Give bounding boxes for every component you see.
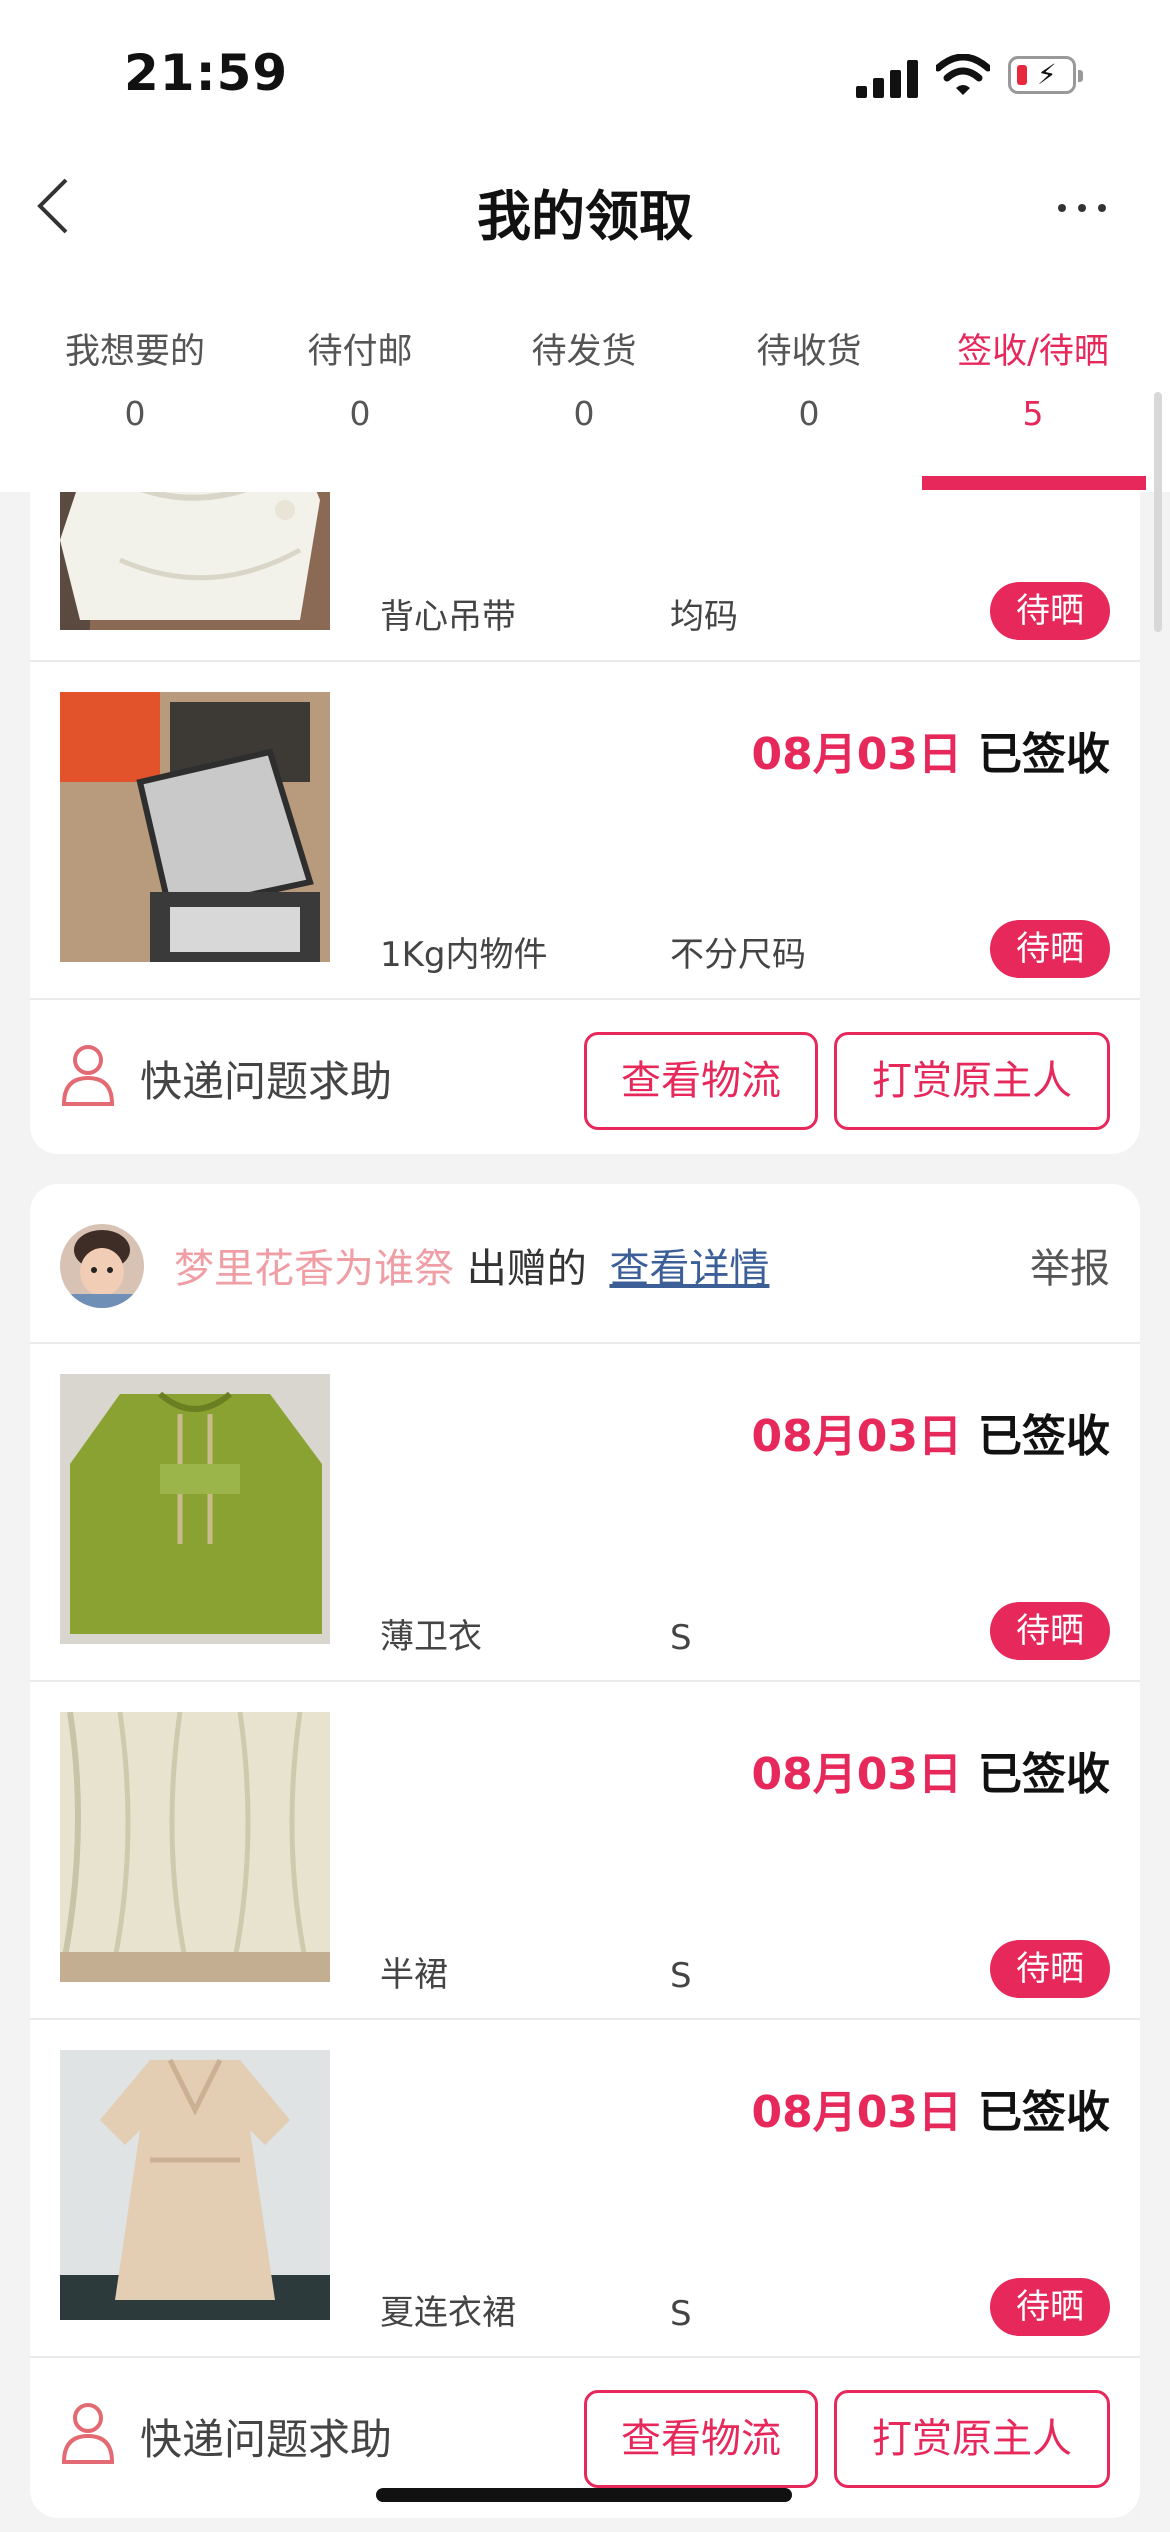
signed-date: 08月03日 已签收 bbox=[751, 2087, 1110, 2138]
tab-count: 0 bbox=[349, 394, 371, 433]
tab-signed-to-show[interactable]: 签收/待晒 5 bbox=[920, 312, 1146, 433]
item-name: 1Kg内物件 bbox=[380, 935, 548, 975]
tab-pending-receipt[interactable]: 待收货 0 bbox=[696, 312, 922, 433]
item-name: 背心吊带 bbox=[380, 597, 516, 637]
status-tabs: 我想要的 0 待付邮 0 待发货 0 待收货 0 签收/待晒 5 bbox=[0, 312, 1170, 492]
giver-line: 梦里花香为谁祭 出赠的 查看详情 bbox=[174, 1236, 769, 1294]
item-photo-boxes[interactable] bbox=[60, 692, 330, 962]
signed-date: 08月03日 已签收 bbox=[751, 1411, 1110, 1462]
view-logistics-button[interactable]: 查看物流 bbox=[584, 2390, 818, 2488]
item-size: S bbox=[670, 2294, 692, 2334]
order-card-2: 梦里花香为谁祭 出赠的 查看详情 举报 08月03日已签收 薄卫衣 S 待晒 bbox=[30, 1184, 1140, 2518]
view-details-link[interactable]: 查看详情 bbox=[609, 1246, 769, 1292]
tab-label: 我想要的 bbox=[64, 332, 205, 372]
tab-count: 0 bbox=[798, 394, 820, 433]
pending-show-badge[interactable]: 待晒 bbox=[990, 1602, 1110, 1660]
wifi-icon bbox=[934, 53, 992, 98]
tab-wanted[interactable]: 我想要的 0 bbox=[22, 312, 248, 433]
item-name: 夏连衣裙 bbox=[380, 2293, 516, 2333]
pending-show-badge[interactable]: 待晒 bbox=[990, 2278, 1110, 2336]
view-logistics-button[interactable]: 查看物流 bbox=[584, 1032, 818, 1130]
pending-show-badge[interactable]: 待晒 bbox=[990, 920, 1110, 978]
tab-count: 5 bbox=[1022, 394, 1044, 433]
order-footer: 快递问题求助 查看物流 打赏原主人 bbox=[30, 1000, 1140, 1154]
active-tab-indicator bbox=[922, 476, 1146, 490]
order-item[interactable]: 08月03日 已签收 夏连衣裙 S 待晒 bbox=[30, 2020, 1140, 2358]
order-item[interactable]: 08月03日 已签收 薄卫衣 S 待晒 bbox=[30, 1344, 1140, 1682]
report-button[interactable]: 举报 bbox=[1030, 1236, 1110, 1294]
order-item[interactable]: 08月03日 已签收 1Kg内物件 不分尺码 待晒 bbox=[30, 662, 1140, 1000]
item-size: S bbox=[670, 1618, 692, 1658]
giver-verb: 出赠的 bbox=[466, 1246, 587, 1292]
status-time: 21:59 bbox=[124, 44, 289, 102]
item-photo-skirt[interactable] bbox=[60, 1712, 330, 1982]
tab-pending-shipment[interactable]: 待发货 0 bbox=[471, 312, 697, 433]
giver-header: 梦里花香为谁祭 出赠的 查看详情 举报 bbox=[30, 1184, 1140, 1344]
item-name: 薄卫衣 bbox=[380, 1617, 482, 1657]
scrollbar[interactable] bbox=[1154, 392, 1162, 632]
tab-label: 待收货 bbox=[756, 332, 862, 372]
item-size: S bbox=[670, 1956, 692, 1996]
avatar[interactable] bbox=[60, 1224, 144, 1308]
reward-owner-button[interactable]: 打赏原主人 bbox=[834, 1032, 1110, 1130]
tab-pending-postage[interactable]: 待付邮 0 bbox=[247, 312, 473, 433]
signed-date: 08月03日 已签收 bbox=[751, 729, 1110, 780]
order-card-1: 背心吊带 均码 待晒 08月03日 已签收 1Kg内物件 不分尺码 待晒 快递问题… bbox=[30, 450, 1140, 1154]
item-photo-green-sweatshirt[interactable] bbox=[60, 1374, 330, 1644]
pending-show-badge[interactable]: 待晒 bbox=[990, 1940, 1110, 1998]
giver-name[interactable]: 梦里花香为谁祭 bbox=[174, 1246, 454, 1292]
reward-owner-button[interactable]: 打赏原主人 bbox=[834, 2390, 1110, 2488]
signed-date: 08月03日 已签收 bbox=[751, 1749, 1110, 1800]
person-icon[interactable] bbox=[60, 1042, 116, 1106]
tab-label: 待付邮 bbox=[307, 332, 413, 372]
more-options-icon[interactable] bbox=[1054, 188, 1110, 228]
item-size: 不分尺码 bbox=[670, 935, 806, 975]
tab-count: 0 bbox=[124, 394, 146, 433]
person-icon[interactable] bbox=[60, 2400, 116, 2464]
item-name: 半裙 bbox=[380, 1955, 448, 1995]
tab-label: 待发货 bbox=[531, 332, 637, 372]
item-size: 均码 bbox=[670, 597, 738, 637]
tab-count: 0 bbox=[573, 394, 595, 433]
battery-icon: ⚡ bbox=[1008, 56, 1083, 94]
home-indicator[interactable] bbox=[376, 2488, 792, 2502]
pending-show-badge[interactable]: 待晒 bbox=[990, 582, 1110, 640]
shipping-help-link[interactable]: 快递问题求助 bbox=[140, 2406, 392, 2467]
item-photo-dress[interactable] bbox=[60, 2050, 330, 2320]
app-header: 21:59 ⚡ 我的领取 我想要的 0 待付邮 0 待发货 0 待收货 0 签收 bbox=[0, 0, 1170, 492]
page-title: 我的领取 bbox=[477, 185, 693, 248]
tab-label: 签收/待晒 bbox=[957, 332, 1109, 372]
order-item[interactable]: 08月03日 已签收 半裙 S 待晒 bbox=[30, 1682, 1140, 2020]
cellular-signal-icon bbox=[856, 60, 918, 98]
shipping-help-link[interactable]: 快递问题求助 bbox=[140, 1048, 392, 1109]
